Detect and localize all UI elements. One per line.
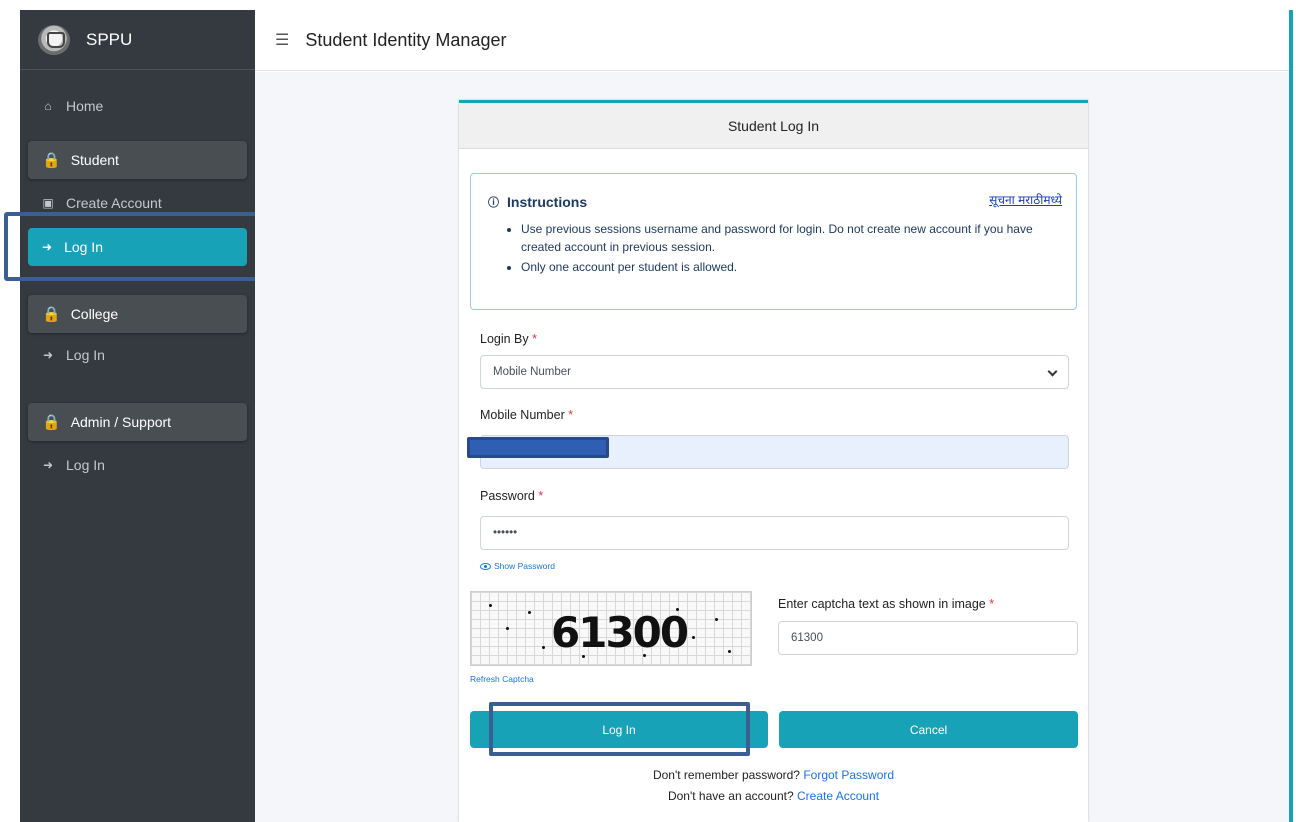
annotation-highlight-box: [4, 212, 272, 281]
screen: SPPU ⌂ Home 🔒 Student ▣ Create Account ➜…: [0, 0, 1296, 822]
cancel-button-label: Cancel: [909, 722, 948, 737]
forgot-password-line: Don't remember password? Forgot Password: [459, 768, 1088, 782]
captcha-code: 61300: [551, 608, 689, 657]
captcha-noise-dot: [728, 650, 731, 653]
mobile-number-label-text: Mobile Number: [480, 408, 565, 422]
menu-icon[interactable]: ☰: [275, 30, 289, 50]
sidebar-header-admin[interactable]: 🔒 Admin / Support: [28, 403, 247, 441]
card-title: Student Log In: [727, 117, 820, 134]
annotation-highlight-box: [489, 702, 750, 756]
login-by-value: Mobile Number: [493, 366, 571, 378]
card-header: Student Log In: [459, 103, 1088, 149]
forgot-password-prompt: Don't remember password?: [652, 768, 800, 782]
create-account-link[interactable]: Create Account: [797, 789, 879, 803]
sidebar-item-college-login[interactable]: ➜ Log In: [20, 336, 255, 374]
sidebar-header-label: College: [70, 306, 119, 322]
login-by-label: Login By *: [480, 332, 537, 346]
captcha-value: 61300: [791, 632, 823, 644]
lock-icon: 🔒: [42, 414, 61, 431]
chevron-down-icon: [1047, 366, 1058, 377]
refresh-captcha-link[interactable]: Refresh Captcha: [470, 674, 534, 684]
brand[interactable]: SPPU: [20, 10, 255, 70]
sidebar: SPPU ⌂ Home 🔒 Student ▣ Create Account ➜…: [20, 10, 255, 822]
mobile-number-label: Mobile Number *: [480, 408, 573, 422]
forgot-password-link[interactable]: Forgot Password: [803, 768, 894, 782]
marathi-instructions-link[interactable]: सूचना मराठीमध्ये: [989, 191, 1062, 208]
sidebar-item-admin-login[interactable]: ➜ Log In: [20, 446, 255, 484]
topbar: ☰ Student Identity Manager: [255, 10, 1289, 71]
sidebar-header-label: Student: [70, 152, 119, 168]
login-by-select[interactable]: Mobile Number: [480, 355, 1069, 389]
captcha-label: Enter captcha text as shown in image *: [778, 597, 994, 611]
password-label: Password *: [480, 489, 543, 503]
sidebar-header-label: Admin / Support: [70, 414, 172, 430]
instructions-panel: ⓘ Instructions सूचना मराठीमध्ये Use prev…: [470, 173, 1077, 310]
captcha-noise-dot: [715, 618, 718, 621]
captcha-noise-dot: [582, 655, 585, 658]
captcha-noise-dot: [676, 608, 679, 611]
instruction-item: Only one account per student is allowed.: [521, 258, 1066, 276]
eye-icon: [480, 562, 491, 570]
captcha-noise-dot: [528, 611, 531, 614]
sidebar-header-college[interactable]: 🔒 College: [28, 295, 247, 333]
show-password-toggle[interactable]: Show Password: [480, 561, 555, 571]
login-by-label-text: Login By: [480, 332, 529, 346]
required-mark: *: [532, 332, 538, 346]
redaction-box: [467, 437, 609, 458]
required-mark: *: [538, 489, 544, 503]
cancel-button[interactable]: Cancel: [779, 711, 1078, 748]
sign-in-icon: ➜: [42, 348, 54, 362]
info-circle-icon: ⓘ: [488, 197, 499, 209]
password-label-text: Password: [480, 489, 535, 503]
password-input[interactable]: ••••••: [480, 516, 1069, 550]
captcha-noise-dot: [643, 654, 646, 657]
captcha-label-text: Enter captcha text as shown in image: [778, 597, 986, 611]
instructions-list: Use previous sessions username and passw…: [521, 220, 1066, 278]
sidebar-header-student[interactable]: 🔒 Student: [28, 141, 247, 179]
sidebar-item-label: Log In: [66, 347, 105, 363]
password-value: ••••••: [493, 527, 518, 539]
captcha-noise-dot: [542, 646, 545, 649]
instruction-item: Use previous sessions username and passw…: [521, 220, 1066, 256]
captcha-noise-dot: [692, 636, 695, 639]
create-account-prompt: Don't have an account?: [667, 789, 794, 803]
page-title: Student Identity Manager: [305, 29, 507, 50]
captcha-image: 61300: [470, 591, 752, 666]
sidebar-item-label: Create Account: [66, 195, 162, 211]
sidebar-item-label: Log In: [66, 457, 105, 473]
captcha-noise-dot: [489, 604, 492, 607]
id-card-icon: ▣: [42, 196, 54, 210]
lock-icon: 🔒: [42, 306, 61, 323]
sidebar-item-label: Home: [66, 98, 104, 114]
show-password-label: Show Password: [494, 561, 555, 571]
instructions-title: ⓘ Instructions: [488, 194, 587, 210]
home-icon: ⌂: [44, 99, 52, 113]
university-logo-icon: [38, 24, 70, 55]
captcha-noise-dot: [506, 627, 509, 630]
required-mark: *: [989, 597, 995, 611]
captcha-input[interactable]: 61300: [778, 621, 1078, 655]
lock-icon: 🔒: [42, 152, 61, 169]
right-scroll-edge: [1289, 10, 1293, 822]
brand-name: SPPU: [86, 29, 133, 49]
sidebar-item-home[interactable]: ⌂ Home: [20, 87, 255, 125]
required-mark: *: [568, 408, 574, 422]
sign-in-icon: ➜: [42, 458, 54, 472]
create-account-line: Don't have an account? Create Account: [459, 789, 1088, 803]
instructions-heading: Instructions: [507, 194, 588, 210]
